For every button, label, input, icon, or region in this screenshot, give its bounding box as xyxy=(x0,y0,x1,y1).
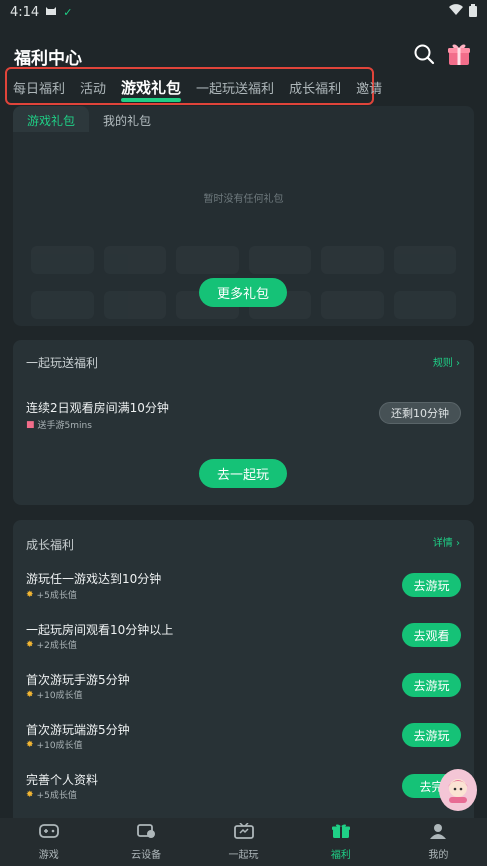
tv-icon xyxy=(233,822,254,842)
nav-label: 游戏 xyxy=(38,850,59,861)
nav-item-play-together[interactable]: 一起玩 xyxy=(195,818,292,866)
details-link[interactable]: 详情 › xyxy=(433,534,460,549)
growth-reward-text: +5成长值 xyxy=(36,591,77,601)
together-task-reward: ■ 送手游5mins xyxy=(26,418,92,432)
tab-daily-welfare[interactable]: 每日福利 xyxy=(13,78,65,97)
growth-reward-text: +5成长值 xyxy=(36,791,77,801)
tab-invite[interactable]: 邀请 xyxy=(356,78,382,97)
gift-box-icon[interactable] xyxy=(445,40,473,68)
tab-activity[interactable]: 活动 xyxy=(80,78,106,97)
growth-reward-text: +2成长值 xyxy=(36,641,77,651)
growth-task-title: 完善个人资料 xyxy=(26,773,99,787)
gift-small-icon: ■ xyxy=(26,419,35,430)
together-reward-text: 送手游5mins xyxy=(37,421,92,431)
person-icon xyxy=(428,823,448,842)
growth-task-button[interactable]: 去游玩 xyxy=(402,573,461,597)
play-together-title: 一起玩送福利 xyxy=(26,356,99,370)
growth-task-title: 游玩任一游戏达到10分钟 xyxy=(26,572,162,586)
bottom-navigation: 游戏 云设备 一起玩 福利 我的 xyxy=(0,818,487,866)
tab-game-gifts[interactable]: 游戏礼包 xyxy=(121,77,182,102)
status-time: 4:14 xyxy=(10,4,40,20)
more-gifts-button[interactable]: 更多礼包 xyxy=(199,278,287,307)
gamepad-icon xyxy=(38,823,59,842)
growth-task-reward: ✸ +10成长值 xyxy=(26,738,83,752)
growth-task-button[interactable]: 去游玩 xyxy=(402,673,461,697)
growth-star-icon: ✸ xyxy=(26,689,34,700)
tab-play-together-welfare[interactable]: 一起玩送福利 xyxy=(196,78,274,97)
growth-star-icon: ✸ xyxy=(26,589,34,600)
subtab-game-gifts[interactable]: 游戏礼包 xyxy=(13,106,90,132)
growth-star-icon: ✸ xyxy=(26,789,34,800)
growth-reward-text: +10成长值 xyxy=(36,691,83,701)
nav-label: 我的 xyxy=(428,850,449,861)
growth-task-button[interactable]: 去观看 xyxy=(402,623,461,647)
growth-star-icon: ✸ xyxy=(26,639,34,650)
growth-task-reward: ✸ +5成长值 xyxy=(26,588,77,602)
nav-item-cloud-device[interactable]: 云设备 xyxy=(97,818,194,866)
growth-task-title: 首次游玩端游5分钟 xyxy=(26,723,130,737)
together-task-title: 连续2日观看房间满10分钟 xyxy=(26,401,169,415)
search-icon[interactable] xyxy=(410,40,438,68)
growth-task-button[interactable]: 去游玩 xyxy=(402,723,461,747)
remaining-time-button[interactable]: 还剩10分钟 xyxy=(379,402,461,424)
check-icon: ✓ xyxy=(63,5,73,19)
cloud-device-icon xyxy=(136,823,156,842)
tab-growth-welfare[interactable]: 成长福利 xyxy=(289,78,341,97)
nav-label: 一起玩 xyxy=(228,850,259,861)
growth-task-title: 首次游玩手游5分钟 xyxy=(26,673,130,687)
rules-link[interactable]: 规则 › xyxy=(433,354,460,369)
empty-gifts-text: 暂时没有任何礼包 xyxy=(203,194,284,205)
gift-pack-card: 游戏礼包 我的礼包 暂时没有任何礼包 更多礼包 xyxy=(13,106,474,326)
play-together-card: 一起玩送福利 规则 › 连续2日观看房间满10分钟 ■ 送手游5mins 还剩1… xyxy=(13,340,474,505)
status-bar: 4:14 ✓ xyxy=(0,0,487,24)
growth-welfare-card: 成长福利 详情 › 游玩任一游戏达到10分钟 ✸ +5成长值 去游玩 一起玩房间… xyxy=(13,520,474,818)
growth-task-title: 一起玩房间观看10分钟以上 xyxy=(26,623,174,637)
nav-label: 云设备 xyxy=(131,850,162,861)
wifi-icon xyxy=(449,4,463,20)
battery-icon xyxy=(469,3,477,21)
growth-star-icon: ✸ xyxy=(26,739,34,750)
floating-avatar-icon[interactable] xyxy=(439,769,477,811)
subtab-my-gifts[interactable]: 我的礼包 xyxy=(89,106,165,132)
page-title: 福利中心 xyxy=(14,49,82,69)
gift-subtabs: 游戏礼包 我的礼包 xyxy=(13,106,165,132)
gift-icon xyxy=(331,823,351,842)
nav-label: 福利 xyxy=(330,850,351,861)
cat-notification-icon xyxy=(45,4,57,20)
growth-reward-text: +10成长值 xyxy=(36,741,83,751)
growth-title: 成长福利 xyxy=(26,538,75,552)
tab-bar: 每日福利 活动 游戏礼包 一起玩送福利 成长福利 邀请 xyxy=(13,74,397,102)
go-play-together-button[interactable]: 去一起玩 xyxy=(199,459,287,488)
growth-task-reward: ✸ +2成长值 xyxy=(26,638,77,652)
nav-item-mine[interactable]: 我的 xyxy=(390,818,487,866)
nav-item-welfare[interactable]: 福利 xyxy=(292,818,389,866)
growth-task-reward: ✸ +5成长值 xyxy=(26,788,77,802)
nav-item-games[interactable]: 游戏 xyxy=(0,818,97,866)
growth-task-reward: ✸ +10成长值 xyxy=(26,688,83,702)
